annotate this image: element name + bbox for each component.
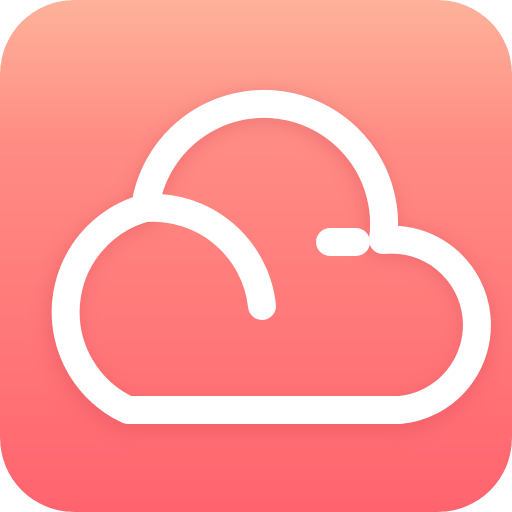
app-icon[interactable] <box>0 0 512 512</box>
cloud-app-icon-graphic <box>0 0 512 512</box>
